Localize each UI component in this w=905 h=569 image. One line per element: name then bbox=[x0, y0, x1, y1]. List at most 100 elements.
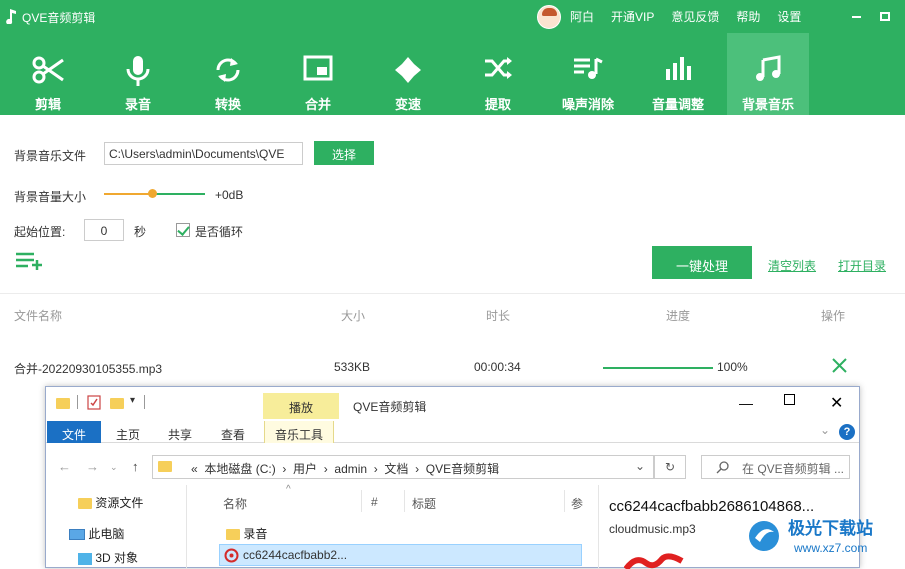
vip-link[interactable]: 开通VIP bbox=[611, 8, 654, 25]
svg-text:www.xz7.com: www.xz7.com bbox=[793, 541, 867, 555]
column-separator bbox=[564, 490, 565, 512]
row-filename: 合并-20220930105355.mp3 bbox=[14, 362, 163, 376]
breadcrumb-admin[interactable]: admin bbox=[334, 462, 367, 476]
volume-label: 背景音量大小 bbox=[14, 190, 87, 204]
help-link[interactable]: 帮助 bbox=[736, 8, 760, 25]
tab-view[interactable]: 查看 bbox=[211, 421, 255, 443]
volume-slider[interactable] bbox=[104, 189, 205, 198]
col-filename: 文件名称 bbox=[14, 309, 63, 323]
tool-label: 转换 bbox=[214, 97, 241, 112]
breadcrumb-sep: › bbox=[415, 462, 420, 476]
breadcrumb-chevron: « bbox=[191, 462, 198, 476]
address-bar[interactable]: « 本地磁盘 (C:) › 用户 › admin › 文档 › QVE音频剪辑 … bbox=[152, 455, 654, 479]
list-item-selected[interactable]: cc6244cacfbabb2... bbox=[219, 544, 582, 566]
username-link[interactable]: 阿白 bbox=[570, 8, 594, 25]
file-explorer-window: ▾ 播放 QVE音频剪辑 — ✕ 文件 主页 共享 查看 音乐工具 ⌄ ? ← … bbox=[45, 386, 860, 569]
volume-value: +0dB bbox=[215, 188, 244, 202]
properties-icon[interactable] bbox=[87, 395, 101, 410]
forward-arrow-icon[interactable]: → bbox=[86, 459, 99, 474]
back-arrow-icon[interactable]: ← bbox=[58, 459, 71, 474]
tool-noise[interactable]: 噪声消除 bbox=[547, 33, 629, 115]
tab-share[interactable]: 共享 bbox=[158, 421, 202, 443]
separator bbox=[77, 395, 78, 409]
tool-merge[interactable]: 合并 bbox=[277, 33, 359, 115]
preview-title: cc6244cacfbabb2686104868... bbox=[609, 498, 815, 515]
merge-icon bbox=[303, 55, 333, 81]
watermark-logo-icon bbox=[749, 521, 779, 551]
breadcrumb-current[interactable]: QVE音频剪辑 bbox=[426, 462, 499, 476]
tool-label: 合并 bbox=[304, 97, 331, 112]
breadcrumb-documents[interactable]: 文档 bbox=[384, 462, 408, 476]
recent-dropdown-icon[interactable]: ⌄ bbox=[110, 462, 118, 473]
open-directory-link[interactable]: 打开目录 bbox=[838, 257, 886, 274]
bg-music-path-field[interactable]: C:\Users\admin\Documents\QVE bbox=[104, 142, 303, 165]
one-click-process-button[interactable]: 一键处理 bbox=[652, 246, 752, 279]
svg-text:极光下载站: 极光下载站 bbox=[788, 518, 873, 538]
tool-convert[interactable]: 转换 bbox=[187, 33, 269, 115]
volume-bars-icon bbox=[666, 57, 691, 80]
tool-cut[interactable]: 剪辑 bbox=[7, 33, 89, 115]
volume-slider-handle[interactable] bbox=[148, 189, 158, 198]
tool-label: 录音 bbox=[124, 97, 151, 112]
title-bar: QVE音频剪辑 阿白 开通VIP 意见反馈 帮助 设置 bbox=[0, 0, 905, 33]
tool-bg-music[interactable]: 背景音乐 bbox=[727, 33, 809, 115]
tool-volume[interactable]: 音量调整 bbox=[637, 33, 719, 115]
tab-home[interactable]: 主页 bbox=[106, 421, 150, 443]
convert-icon bbox=[216, 58, 240, 82]
refresh-icon[interactable]: ↻ bbox=[654, 455, 686, 479]
column-name[interactable]: 名称 bbox=[223, 495, 247, 512]
tool-record[interactable]: 录音 bbox=[97, 33, 179, 115]
up-arrow-icon[interactable]: ↑ bbox=[132, 459, 139, 474]
column-more[interactable]: 参 bbox=[571, 495, 583, 512]
search-box[interactable]: 在 QVE音频剪辑 ... bbox=[701, 455, 850, 479]
folder-icon bbox=[158, 461, 172, 472]
avatar[interactable] bbox=[537, 4, 561, 29]
customize-dropdown-icon[interactable]: ▾ bbox=[130, 395, 135, 406]
tool-speed[interactable]: 变速 bbox=[367, 33, 449, 115]
col-duration: 时长 bbox=[486, 309, 511, 323]
start-position-label: 起始位置: bbox=[14, 225, 66, 239]
tree-item-this-pc[interactable]: 此电脑 bbox=[69, 525, 124, 542]
tree-item-resources[interactable]: 资源文件 bbox=[78, 494, 143, 511]
preview-thumbnail-icon bbox=[624, 553, 684, 569]
separator bbox=[144, 395, 145, 409]
help-icon[interactable]: ? bbox=[839, 424, 855, 440]
ribbon-tabs: 文件 主页 共享 查看 音乐工具 ⌄ ? bbox=[46, 419, 859, 443]
tool-extract[interactable]: 提取 bbox=[457, 33, 539, 115]
tab-file[interactable]: 文件 bbox=[47, 421, 101, 443]
clear-list-link[interactable]: 清空列表 bbox=[768, 257, 816, 274]
pane-divider bbox=[186, 485, 187, 569]
select-file-button[interactable]: 选择 bbox=[314, 141, 374, 165]
cube-icon bbox=[78, 552, 92, 565]
play-context-tab[interactable]: 播放 bbox=[263, 393, 339, 419]
row-progress-text: 100% bbox=[717, 360, 748, 374]
tree-item-label: 资源文件 bbox=[95, 496, 144, 510]
breadcrumb-drive[interactable]: 本地磁盘 (C:) bbox=[204, 462, 275, 476]
settings-link[interactable]: 设置 bbox=[777, 8, 801, 25]
tree-item-3d-objects[interactable]: 3D 对象 bbox=[78, 549, 138, 566]
maximize-button[interactable] bbox=[880, 12, 890, 21]
sort-ascending-icon: ^ bbox=[286, 484, 291, 495]
column-number[interactable]: # bbox=[371, 495, 378, 509]
delete-icon[interactable] bbox=[832, 358, 847, 373]
volume-slider-fill bbox=[104, 193, 153, 195]
new-folder-icon[interactable] bbox=[110, 398, 124, 409]
watermark-text: 极光下载站 www.xz7.com bbox=[788, 518, 873, 555]
start-position-input[interactable]: 0 bbox=[84, 219, 124, 241]
add-file-icon[interactable] bbox=[16, 252, 44, 270]
close-icon[interactable]: ✕ bbox=[830, 393, 843, 413]
minimize-icon[interactable]: — bbox=[739, 395, 753, 411]
list-item[interactable]: 录音 bbox=[226, 525, 267, 542]
tree-item-label: 此电脑 bbox=[88, 527, 125, 541]
address-dropdown-icon[interactable]: ⌄ bbox=[635, 459, 645, 473]
loop-checkbox[interactable] bbox=[176, 223, 190, 237]
column-title[interactable]: 标题 bbox=[412, 495, 436, 512]
feedback-link[interactable]: 意见反馈 bbox=[671, 8, 719, 25]
folder-icon bbox=[78, 498, 92, 510]
breadcrumb-users[interactable]: 用户 bbox=[293, 462, 317, 476]
tool-label: 提取 bbox=[484, 97, 511, 112]
minimize-button[interactable] bbox=[852, 16, 861, 18]
maximize-icon[interactable] bbox=[784, 394, 795, 405]
tab-music-tools[interactable]: 音乐工具 bbox=[264, 421, 335, 443]
ribbon-expand-icon[interactable]: ⌄ bbox=[820, 423, 830, 437]
